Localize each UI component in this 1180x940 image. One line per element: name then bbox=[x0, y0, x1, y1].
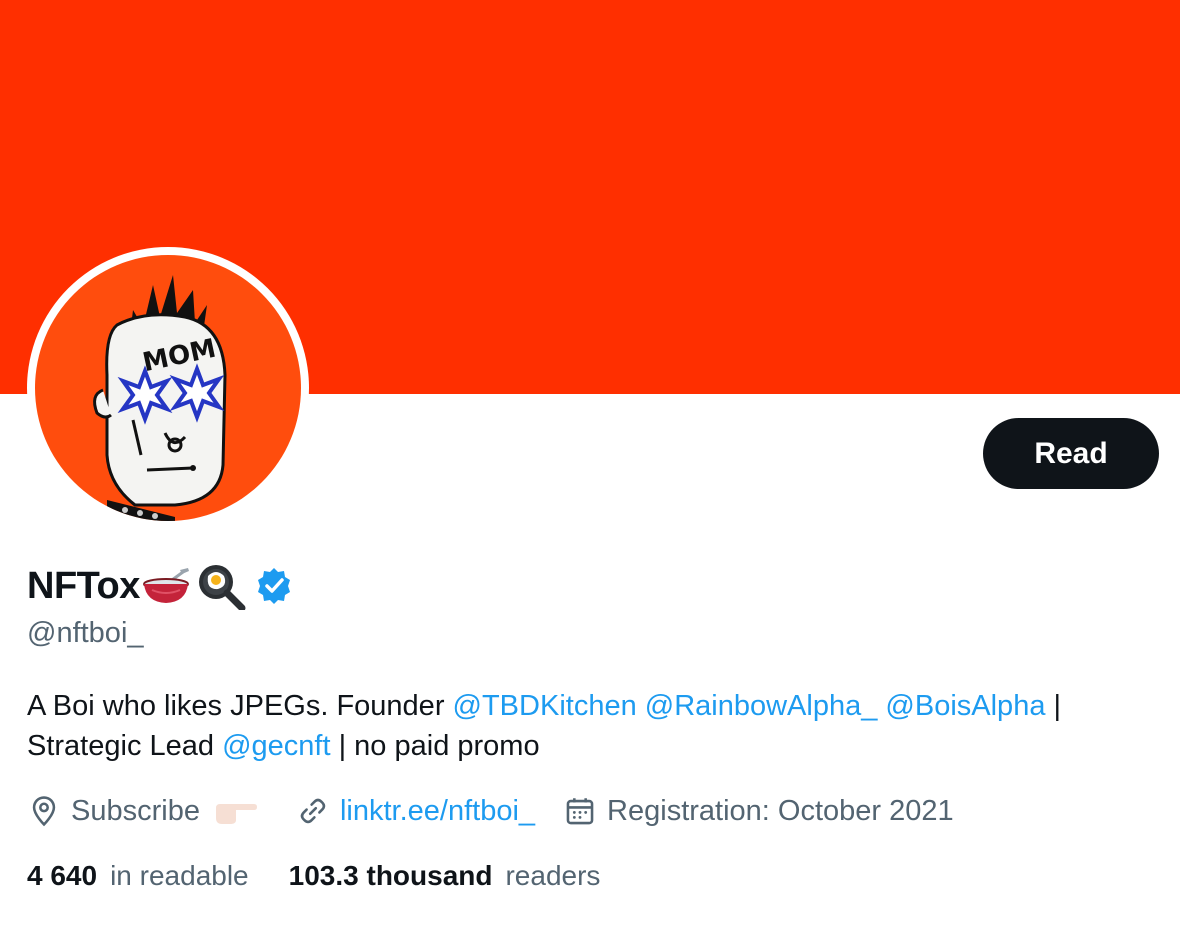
avatar-image: MOM bbox=[35, 255, 301, 521]
name-row: NFTox bbox=[27, 560, 294, 612]
punk-face-illustration: MOM bbox=[35, 255, 301, 521]
bio-text: A Boi who likes JPEGs. Founder bbox=[27, 690, 453, 722]
joined-item: Registration: October 2021 bbox=[563, 794, 954, 828]
followers-label: readers bbox=[505, 860, 601, 891]
followers-stat[interactable]: 103.3 thousand readers bbox=[289, 860, 601, 892]
location-item: Subscribe bbox=[27, 794, 268, 828]
pointing-hand-emoji bbox=[215, 804, 257, 824]
verified-badge-icon[interactable] bbox=[254, 566, 294, 606]
link-icon bbox=[300, 798, 326, 824]
read-button[interactable]: Read bbox=[983, 418, 1159, 489]
mention-link[interactable]: @RainbowAlpha_ bbox=[645, 690, 878, 722]
website-link[interactable]: linktr.ee/nftboi_ bbox=[340, 795, 535, 828]
profile-meta: Subscribe linktr.ee/nftboi_ Registration… bbox=[27, 790, 982, 832]
mention-link[interactable]: @gecnft bbox=[222, 730, 330, 762]
following-label: in readable bbox=[110, 860, 249, 891]
followers-count: 103.3 thousand bbox=[288, 860, 493, 891]
bowl-with-spoon-emoji bbox=[142, 568, 189, 603]
profile-handle: @nftboi_ bbox=[27, 617, 144, 649]
following-count: 4 640 bbox=[27, 860, 98, 891]
following-stat[interactable]: 4 640 in readable bbox=[27, 860, 249, 892]
location-text: Subscribe bbox=[71, 794, 200, 827]
bio-separator: | bbox=[1045, 690, 1062, 722]
website-item: linktr.ee/nftboi_ bbox=[296, 794, 535, 828]
mention-link[interactable]: @TBDKitchen bbox=[453, 690, 637, 722]
location-pin-icon bbox=[32, 796, 56, 827]
bio-text: Strategic Lead bbox=[27, 730, 223, 762]
joined-text: Registration: October 2021 bbox=[607, 794, 954, 827]
profile-page: MOM Read NFTox @nftboi_ A Boi who likes … bbox=[0, 0, 1180, 940]
display-name: NFTox bbox=[27, 564, 140, 607]
mention-link[interactable]: @BoisAlpha bbox=[885, 690, 1045, 722]
frying-pan-egg-emoji bbox=[198, 565, 246, 610]
bio-text: | no paid promo bbox=[330, 730, 540, 762]
profile-stats: 4 640 in readable 103.3 thousand readers bbox=[27, 855, 640, 897]
avatar[interactable]: MOM bbox=[27, 247, 309, 529]
profile-bio: A Boi who likes JPEGs. Founder @TBDKitch… bbox=[27, 686, 1157, 766]
calendar-icon bbox=[566, 798, 594, 825]
